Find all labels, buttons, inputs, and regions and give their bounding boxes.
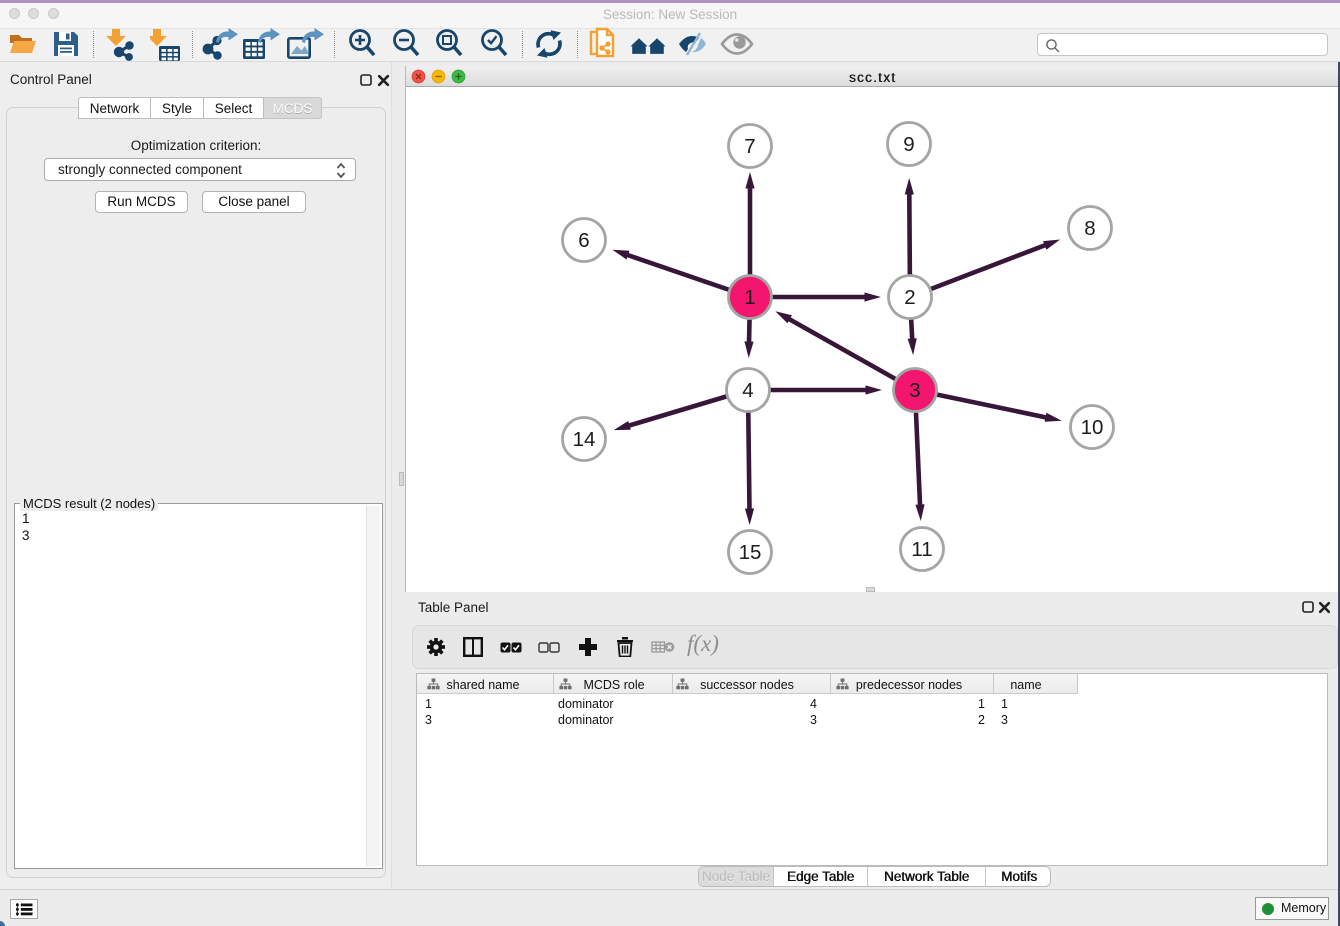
svg-text:15: 15	[739, 541, 762, 564]
svg-text:6: 6	[578, 229, 589, 252]
svg-text:10: 10	[1081, 416, 1104, 439]
svg-text:1: 1	[744, 286, 755, 309]
svg-text:9: 9	[903, 133, 914, 156]
svg-text:14: 14	[573, 428, 596, 451]
svg-text:3: 3	[909, 379, 920, 402]
svg-text:11: 11	[911, 538, 932, 561]
svg-text:4: 4	[742, 379, 753, 402]
svg-text:2: 2	[904, 286, 915, 309]
svg-text:8: 8	[1084, 217, 1095, 240]
svg-text:7: 7	[744, 135, 755, 158]
